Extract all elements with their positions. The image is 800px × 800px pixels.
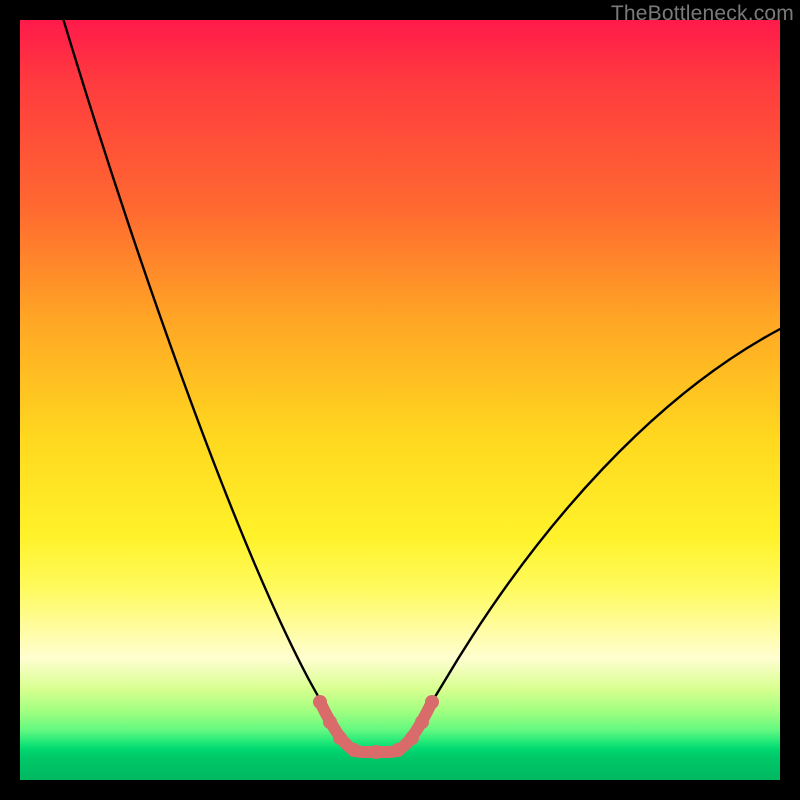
plot-area xyxy=(20,20,780,780)
chart-stage: TheBottleneck.com xyxy=(0,0,800,800)
curve-path xyxy=(62,20,780,748)
bottleneck-curve-svg xyxy=(20,20,780,780)
optimal-zone-dots xyxy=(313,695,439,759)
watermark-text: TheBottleneck.com xyxy=(611,2,794,26)
